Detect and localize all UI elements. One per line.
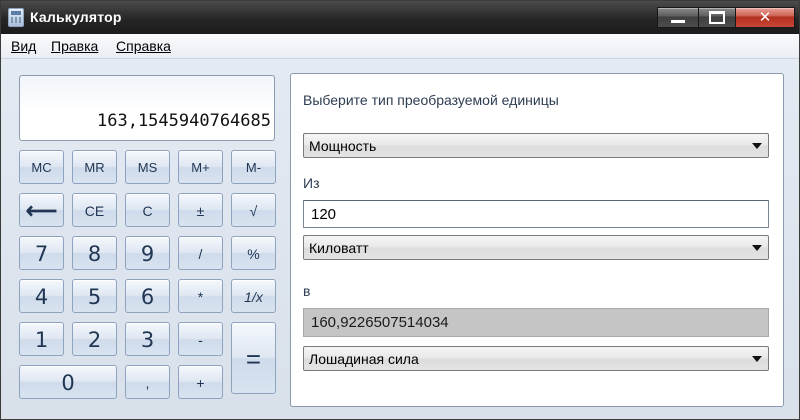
window-title: Калькулятор: [30, 9, 122, 25]
converter-heading: Выберите тип преобразуемой единицы: [303, 92, 559, 108]
close-icon: ✕: [758, 8, 772, 26]
digit-7-button[interactable]: 7: [19, 236, 64, 270]
percent-button[interactable]: %: [231, 236, 276, 270]
backspace-button[interactable]: ⟵: [19, 193, 64, 227]
unit-type-select[interactable]: Мощность: [303, 133, 769, 158]
equals-button[interactable]: =: [231, 322, 276, 394]
digit-3-button[interactable]: 3: [125, 322, 170, 356]
digit-4-button[interactable]: 4: [19, 279, 64, 313]
m-plus-button[interactable]: M+: [178, 150, 223, 184]
ms-button[interactable]: MS: [125, 150, 170, 184]
digit-6-button[interactable]: 6: [125, 279, 170, 313]
menu-help[interactable]: Справка: [116, 38, 171, 54]
divide-button[interactable]: /: [178, 236, 223, 270]
display-value: 163,1545940764685: [97, 111, 271, 131]
plus-button[interactable]: +: [178, 365, 223, 399]
digit-5-button[interactable]: 5: [72, 279, 117, 313]
digit-1-button[interactable]: 1: [19, 322, 64, 356]
to-value-text: 160,9226507514034: [311, 314, 449, 331]
menu-view[interactable]: Вид: [11, 38, 36, 54]
chevron-down-icon: [752, 245, 762, 251]
close-button[interactable]: ✕: [735, 7, 795, 28]
menu-edit[interactable]: Правка: [51, 38, 98, 54]
display: 163,1545940764685: [19, 75, 275, 141]
unit-type-value: Мощность: [309, 138, 377, 154]
from-unit-value: Киловатт: [309, 240, 369, 256]
ce-button[interactable]: CE: [72, 193, 117, 227]
sqrt-button[interactable]: √: [231, 193, 276, 227]
to-unit-select[interactable]: Лошадиная сила: [303, 346, 769, 371]
to-label: в: [303, 283, 311, 299]
from-value-text: 120: [311, 206, 337, 223]
mr-button[interactable]: MR: [72, 150, 117, 184]
title-bar[interactable]: Калькулятор ✕: [1, 1, 799, 34]
calculator-window: Калькулятор ✕ Вид Правка Справка 163,154…: [0, 0, 800, 420]
minus-button[interactable]: -: [178, 322, 223, 356]
backspace-icon: ⟵: [25, 198, 58, 223]
to-value-output: 160,9226507514034: [303, 308, 769, 337]
from-unit-select[interactable]: Киловатт: [303, 235, 769, 260]
minimize-button[interactable]: [657, 7, 699, 28]
digit-2-button[interactable]: 2: [72, 322, 117, 356]
calculator-body: 163,1545940764685 MC MR MS M+ M- ⟵ CE C …: [1, 59, 799, 419]
maximize-icon: [709, 11, 725, 24]
multiply-button[interactable]: *: [178, 279, 223, 313]
to-unit-value: Лошадиная сила: [309, 351, 419, 367]
plus-minus-button[interactable]: ±: [178, 193, 223, 227]
c-button[interactable]: C: [125, 193, 170, 227]
from-label: Из: [303, 175, 320, 191]
digit-8-button[interactable]: 8: [72, 236, 117, 270]
digit-9-button[interactable]: 9: [125, 236, 170, 270]
unit-converter-panel: Выберите тип преобразуемой единицы Мощно…: [290, 73, 784, 407]
menu-bar: Вид Правка Справка: [1, 34, 799, 59]
reciprocal-button[interactable]: 1/x: [231, 279, 276, 313]
chevron-down-icon: [752, 143, 762, 149]
m-minus-button[interactable]: M-: [231, 150, 276, 184]
mc-button[interactable]: MC: [19, 150, 64, 184]
digit-0-button[interactable]: 0: [19, 365, 117, 399]
minimize-icon: [671, 20, 685, 23]
maximize-button[interactable]: [698, 7, 736, 28]
chevron-down-icon: [752, 356, 762, 362]
calculator-icon: [8, 8, 24, 27]
decimal-button[interactable]: ,: [125, 365, 170, 399]
from-value-input[interactable]: 120: [303, 200, 769, 228]
